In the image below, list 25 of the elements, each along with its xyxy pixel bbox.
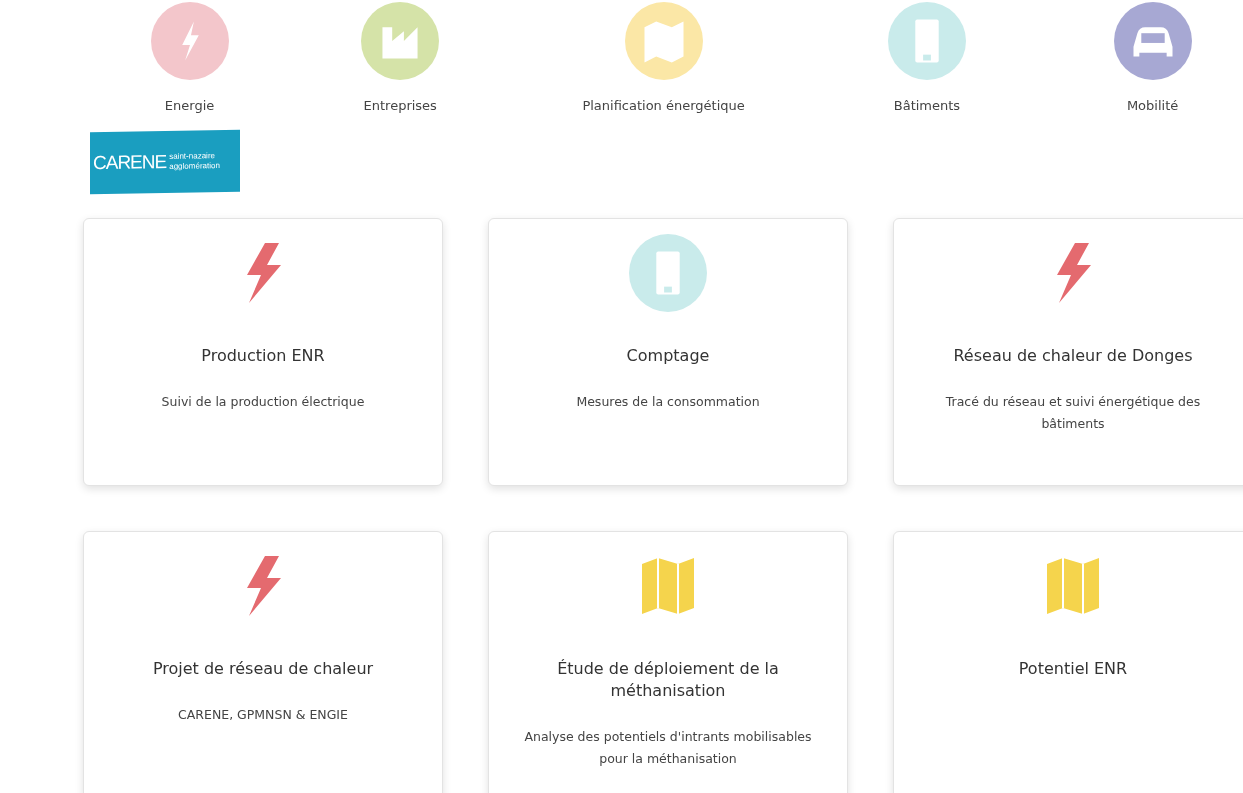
dashboard-card[interactable]: Comptage Mesures de la consommation (488, 218, 848, 486)
card-description: CARENE, GPMNSN & ENGIE (178, 706, 348, 724)
map-icon (640, 558, 696, 614)
card-description: Analyse des potentiels d'intrants mobilisables pour la méthanisation (523, 728, 813, 768)
category-link[interactable]: Bâtiments (791, 2, 1063, 113)
dashboard-card[interactable]: Production ENR Suivi de la production électrique (83, 218, 443, 486)
card-description: Tracé du réseau et suivi énergétique des bâtiments (944, 393, 1202, 433)
card-description: Suivi de la production électrique (161, 393, 365, 411)
card-title: Comptage (626, 345, 710, 367)
card-title: Projet de réseau de chaleur (152, 658, 374, 680)
dashboard-card[interactable]: Réseau de chaleur de Donges Tracé du réseau et suivi énergétique des bâtiments (893, 218, 1243, 486)
category-link[interactable]: Planification énergétique (535, 2, 792, 113)
card-title: Potentiel ENR (1018, 658, 1128, 680)
card-title: Production ENR (201, 345, 325, 367)
card-title: Réseau de chaleur de Donges (953, 345, 1193, 367)
dashboard-card[interactable]: Projet de réseau de chaleur CARENE, GPMNSN & ENGIE (83, 531, 443, 793)
dashboard-card[interactable]: Potentiel ENR (893, 531, 1243, 793)
building-icon (629, 234, 707, 312)
card-title: Étude de déploiement de la méthanisation (556, 658, 780, 702)
card-description: Mesures de la consommation (576, 393, 760, 411)
map-icon (1045, 558, 1101, 614)
category-link[interactable]: Entreprises (265, 2, 536, 113)
dashboard-card[interactable]: Étude de déploiement de la méthanisation Analyse des potentiels d'intrants mobilisables pour la méthanisation (488, 531, 848, 793)
category-link[interactable]: Energie (114, 2, 266, 113)
category-link[interactable]: Mobilité (1062, 2, 1243, 113)
